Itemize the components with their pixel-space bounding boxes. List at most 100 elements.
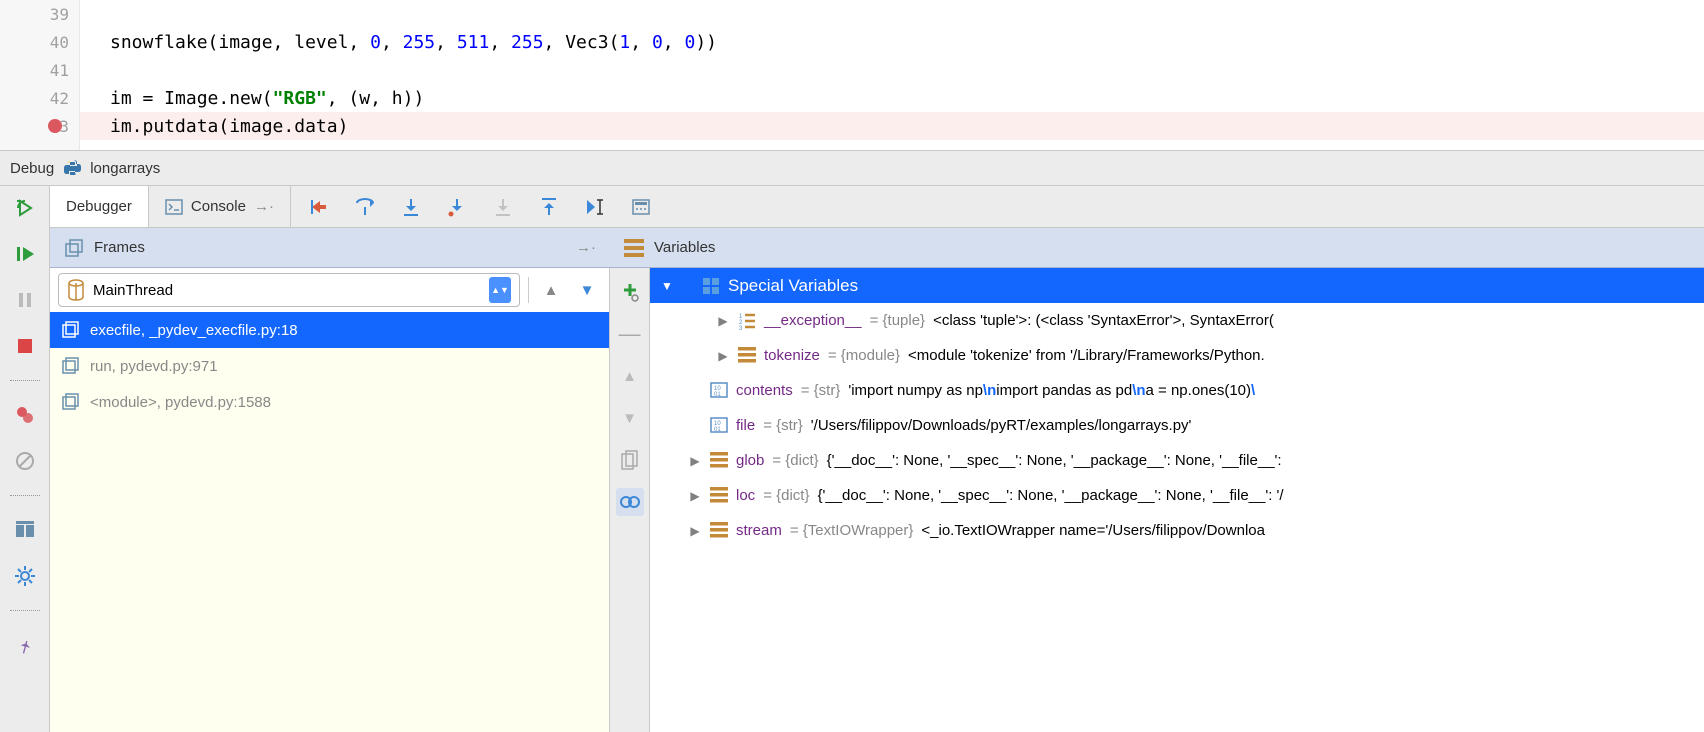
expand-icon[interactable]: ▶ xyxy=(688,524,702,538)
code-line[interactable] xyxy=(110,0,1704,28)
expand-icon[interactable]: ▶ xyxy=(716,314,730,328)
watch-down-button[interactable]: ▼ xyxy=(616,404,644,432)
mute-breakpoints-button[interactable] xyxy=(11,447,39,475)
code-line[interactable] xyxy=(110,56,1704,84)
variable-name: stream xyxy=(736,522,782,539)
gutter-line[interactable]: 40 xyxy=(0,28,79,56)
frame-item[interactable]: execfile, _pydev_execfile.py:18 xyxy=(50,312,609,348)
thread-name: MainThread xyxy=(93,282,481,299)
editor-gutter: 3940414243 xyxy=(0,0,80,150)
tab-console[interactable]: Console →· xyxy=(149,186,291,227)
gutter-line[interactable]: 41 xyxy=(0,56,79,84)
variable-eq: = {str} xyxy=(801,382,841,399)
expand-icon[interactable]: ▶ xyxy=(716,349,730,363)
special-variables-node[interactable]: ▼ Special Variables xyxy=(650,268,1704,303)
variable-name: glob xyxy=(736,452,764,469)
variable-type-icon: 123 xyxy=(738,312,756,330)
code-line[interactable]: im = Image.new("RGB", (w, h)) xyxy=(110,84,1704,112)
expand-icon[interactable]: ▼ xyxy=(660,279,674,293)
layout-button[interactable] xyxy=(11,516,39,544)
variable-eq: = {dict} xyxy=(772,452,818,469)
copy-button[interactable] xyxy=(616,446,644,474)
variable-type-icon: 1001 xyxy=(710,417,728,435)
variables-icon xyxy=(624,239,644,257)
add-watch-button[interactable] xyxy=(616,278,644,306)
force-step-into-button[interactable] xyxy=(489,193,517,221)
remove-watch-button[interactable]: — xyxy=(616,320,644,348)
variable-name: contents xyxy=(736,382,793,399)
thread-dropdown-icon: ▲▼ xyxy=(489,277,511,303)
variable-type-icon xyxy=(710,452,728,470)
step-out-button[interactable] xyxy=(535,193,563,221)
python-icon xyxy=(62,158,82,178)
variables-panel[interactable]: ▼ Special Variables ▶ 123 __exception__ = … xyxy=(650,268,1704,732)
gutter-line[interactable]: 39 xyxy=(0,0,79,28)
variable-row[interactable]: 1001file = {str} '/Users/filippov/Downlo… xyxy=(650,408,1704,443)
frame-icon xyxy=(60,356,80,376)
run-to-cursor-button[interactable] xyxy=(581,193,609,221)
tab-debugger-label: Debugger xyxy=(66,198,132,215)
frames-list[interactable]: execfile, _pydev_execfile.py:18run, pyde… xyxy=(50,312,609,420)
variable-row[interactable]: ▶123__exception__ = {tuple} <class 'tupl… xyxy=(650,303,1704,338)
variable-type-icon xyxy=(710,522,728,540)
rerun-button[interactable] xyxy=(11,194,39,222)
variable-value: <class 'tuple'>: (<class 'SyntaxError'>,… xyxy=(933,312,1274,329)
debug-header-bar: Debug longarrays xyxy=(0,150,1704,186)
frames-header: Frames →· xyxy=(50,228,610,267)
watch-up-button[interactable]: ▲ xyxy=(616,362,644,390)
prev-frame-button[interactable]: ▲ xyxy=(537,276,565,304)
view-breakpoints-button[interactable] xyxy=(11,401,39,429)
variable-eq: = {TextIOWrapper} xyxy=(790,522,914,539)
variable-row[interactable]: ▶ glob = {dict} {'__doc__': None, '__spec… xyxy=(650,443,1704,478)
gutter-line[interactable]: 42 xyxy=(0,84,79,112)
separator xyxy=(10,495,40,496)
code-editor: 3940414243 snowflake(image, level, 0, 25… xyxy=(0,0,1704,150)
variable-eq: = {str} xyxy=(763,417,803,434)
show-watches-button[interactable] xyxy=(616,488,644,516)
show-execution-point-button[interactable] xyxy=(305,193,333,221)
separator xyxy=(528,277,529,303)
frames-pin-icon[interactable]: →· xyxy=(576,239,596,256)
variables-list: ▶123__exception__ = {tuple} <class 'tupl… xyxy=(650,303,1704,548)
debug-toolwindow: Debugger Console →· Frames xyxy=(0,186,1704,732)
expand-icon[interactable]: ▶ xyxy=(688,454,702,468)
step-into-button[interactable] xyxy=(397,193,425,221)
pin-button[interactable] xyxy=(11,631,39,659)
variable-row[interactable]: ▶stream = {TextIOWrapper} <_io.TextIOWra… xyxy=(650,513,1704,548)
breakpoint-icon[interactable] xyxy=(48,119,62,133)
variables-title: Variables xyxy=(654,239,715,256)
pause-button[interactable] xyxy=(11,286,39,314)
step-into-my-code-button[interactable] xyxy=(443,193,471,221)
variable-value: '/Users/filippov/Downloads/pyRT/examples… xyxy=(811,417,1192,434)
variable-value: <module 'tokenize' from '/Library/Framew… xyxy=(908,347,1265,364)
thread-selector[interactable]: MainThread ▲▼ xyxy=(58,273,520,307)
debug-label: Debug xyxy=(10,160,54,177)
code-line[interactable]: im.putdata(image.data) xyxy=(80,112,1704,140)
settings-button[interactable] xyxy=(11,562,39,590)
expand-icon[interactable]: ▶ xyxy=(688,489,702,503)
variable-name: __exception__ xyxy=(764,312,862,329)
gutter-line[interactable]: 43 xyxy=(0,112,79,140)
resume-button[interactable] xyxy=(11,240,39,268)
stop-button[interactable] xyxy=(11,332,39,360)
frame-label: <module>, pydevd.py:1588 xyxy=(90,394,271,411)
variable-row[interactable]: ▶tokenize = {module} <module 'tokenize' … xyxy=(650,338,1704,373)
svg-text:3: 3 xyxy=(739,326,743,330)
code-line[interactable]: snowflake(image, level, 0, 255, 511, 255… xyxy=(110,28,1704,56)
variable-row[interactable]: ▶loc = {dict} {'__doc__': None, '__spec_… xyxy=(650,478,1704,513)
variables-toolbar: — ▲ ▼ xyxy=(610,268,650,732)
next-frame-button[interactable]: ▼ xyxy=(573,276,601,304)
tab-debugger[interactable]: Debugger xyxy=(50,186,149,227)
frame-item[interactable]: <module>, pydevd.py:1588 xyxy=(50,384,609,420)
frame-item[interactable]: run, pydevd.py:971 xyxy=(50,348,609,384)
variable-row[interactable]: 1001contents = {str} 'import numpy as np… xyxy=(650,373,1704,408)
attach-console-icon[interactable]: →· xyxy=(254,198,274,215)
evaluate-expression-button[interactable] xyxy=(627,193,655,221)
editor-code[interactable]: snowflake(image, level, 0, 255, 511, 255… xyxy=(80,0,1704,150)
variable-name: loc xyxy=(736,487,755,504)
step-over-button[interactable] xyxy=(351,193,379,221)
debug-tabs-row: Debugger Console →· xyxy=(50,186,1704,228)
variable-type-icon xyxy=(738,347,756,365)
variable-value: {'__doc__': None, '__spec__': None, '__p… xyxy=(827,452,1282,469)
svg-text:01: 01 xyxy=(714,392,721,398)
